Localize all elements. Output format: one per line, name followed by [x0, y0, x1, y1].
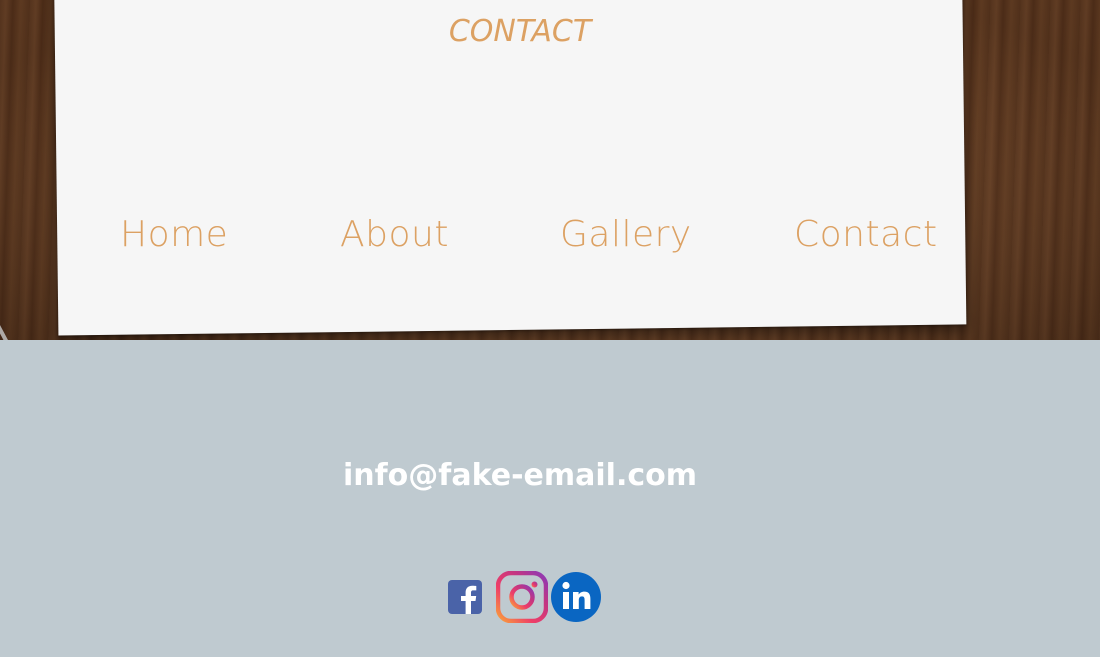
footer: info@fake-email.com	[0, 340, 1100, 657]
hero-banner: CONTACT Home About Gallery Contact	[0, 0, 1100, 340]
nav-item-contact[interactable]: Contact	[794, 214, 938, 255]
paper-card	[54, 0, 967, 336]
page-title: CONTACT	[448, 14, 592, 49]
instagram-icon	[495, 570, 549, 624]
instagram-link[interactable]	[495, 570, 549, 627]
nav-item-about[interactable]: About	[340, 214, 449, 255]
main-nav: Home About Gallery Contact	[0, 214, 1100, 264]
nav-item-gallery[interactable]: Gallery	[560, 214, 692, 255]
nav-item-home[interactable]: Home	[120, 214, 228, 255]
linkedin-link[interactable]	[550, 571, 602, 627]
linkedin-icon	[551, 572, 601, 622]
email-link[interactable]: info@fake-email.com	[0, 458, 1040, 493]
facebook-icon	[448, 580, 482, 614]
facebook-link[interactable]	[448, 580, 482, 618]
